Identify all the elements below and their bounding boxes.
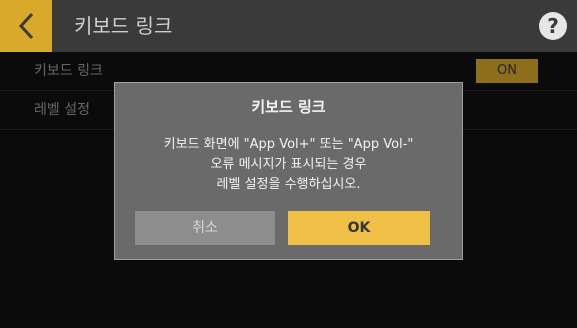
ok-button[interactable]: OK <box>288 211 430 245</box>
dialog-message-line: 레벨 설정을 수행하십시오. <box>216 177 361 192</box>
chevron-left-icon <box>18 12 34 40</box>
dialog-title: 키보드 링크 <box>251 98 326 116</box>
back-button[interactable] <box>0 0 52 52</box>
page-title: 키보드 링크 <box>74 14 173 38</box>
top-bar: 키보드 링크 ? <box>0 0 577 52</box>
dialog-message-line: 오류 메시지가 표시되는 경우 <box>210 157 367 172</box>
screen: 키보드 링크 ? 키보드 링크 ON 레벨 설정 키보드 링크 키보드 화면에 … <box>0 0 577 328</box>
help-button[interactable]: ? <box>539 12 567 40</box>
help-icon: ? <box>547 14 559 38</box>
dialog-message-line: 키보드 화면에 "App Vol+" 또는 "App Vol-" <box>163 137 414 152</box>
cancel-button[interactable]: 취소 <box>135 211 275 245</box>
dialog-message: 키보드 화면에 "App Vol+" 또는 "App Vol-" 오류 메시지가… <box>115 135 462 195</box>
dialog: 키보드 링크 키보드 화면에 "App Vol+" 또는 "App Vol-" … <box>114 82 463 260</box>
